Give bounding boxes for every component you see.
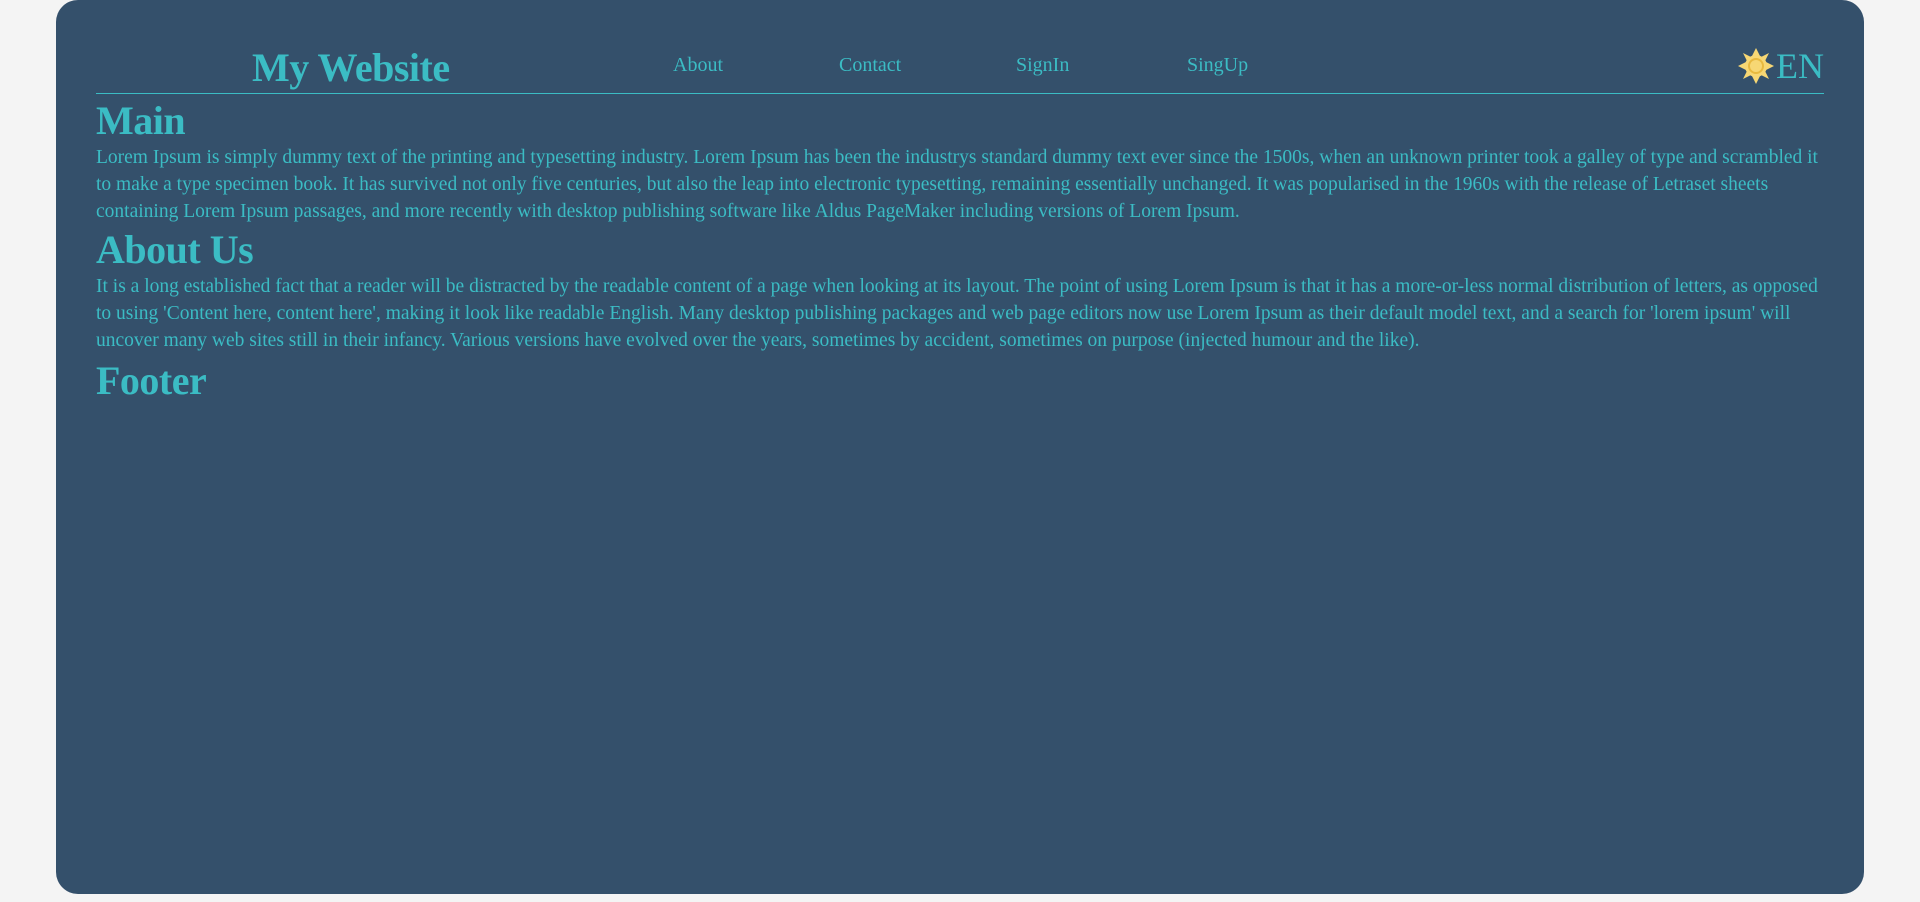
footer-section: Footer [96, 358, 1824, 404]
page-card: My Website About Contact SignIn SingUp E… [56, 0, 1864, 894]
main-heading: Main [96, 98, 186, 143]
nav-link-about[interactable]: About [673, 54, 723, 77]
about-heading: About Us [96, 227, 254, 272]
main-text: Lorem Ipsum is simply dummy text of the … [96, 147, 1818, 222]
page-content: Main Lorem Ipsum is simply dummy text of… [96, 98, 1824, 404]
nav-link-signup[interactable]: SingUp [1187, 54, 1248, 77]
footer-heading: Footer [96, 358, 207, 403]
nav-link-signin[interactable]: SignIn [1016, 54, 1069, 77]
about-section: About Us It is a long established fact t… [96, 227, 1824, 354]
main-section: Main Lorem Ipsum is simply dummy text of… [96, 98, 1824, 225]
header-tools: EN [1736, 46, 1824, 86]
sun-icon[interactable] [1736, 46, 1776, 86]
about-text: It is a long established fact that a rea… [96, 276, 1818, 351]
site-header: My Website About Contact SignIn SingUp E… [96, 40, 1824, 94]
language-selector[interactable]: EN [1776, 46, 1824, 86]
main-nav: About Contact SignIn SingUp [96, 54, 1824, 84]
nav-link-contact[interactable]: Contact [839, 54, 901, 77]
